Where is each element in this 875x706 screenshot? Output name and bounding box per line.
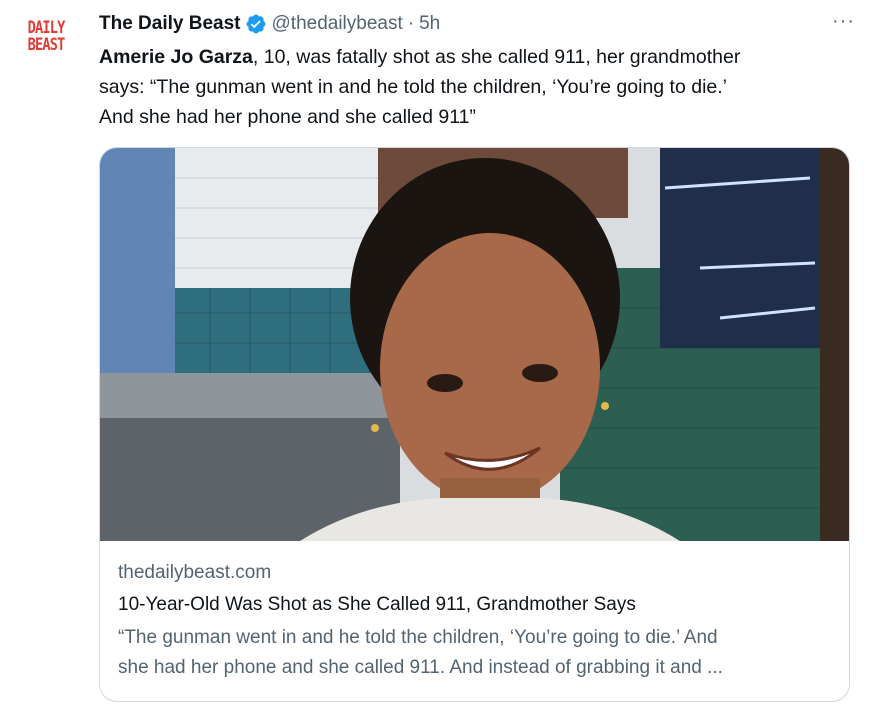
avatar[interactable]: DAILY BEAST bbox=[18, 12, 74, 68]
display-name[interactable]: The Daily Beast bbox=[99, 13, 241, 35]
tweet-bold-name: Amerie Jo Garza bbox=[99, 46, 253, 68]
card-title: 10-Year-Old Was Shot as She Called 911, … bbox=[118, 594, 636, 615]
card-image[interactable] bbox=[100, 148, 849, 541]
separator-dot: · bbox=[407, 13, 415, 34]
card-description-line1: “The gunman went in and he told the chil… bbox=[118, 627, 718, 648]
tweet-text: Amerie Jo Garza, 10, was fatally shot as… bbox=[99, 42, 839, 132]
tweet-text-line2: says: “The gunman went in and he told th… bbox=[99, 76, 728, 98]
card-description: “The gunman went in and he told the chil… bbox=[118, 623, 831, 683]
tweet-text-line3: And she had her phone and she called 911… bbox=[99, 106, 476, 128]
link-card[interactable]: thedailybeast.com 10-Year-Old Was Shot a… bbox=[99, 147, 850, 702]
timestamp[interactable]: 5h bbox=[419, 13, 440, 35]
tweet[interactable]: DAILY BEAST The Daily Beast @thedailybea… bbox=[0, 0, 875, 706]
card-description-line2: she had her phone and she called 911. An… bbox=[118, 657, 723, 678]
card-meta: thedailybeast.com 10-Year-Old Was Shot a… bbox=[118, 559, 831, 683]
tweet-header: The Daily Beast @thedailybeast · 5h ··· bbox=[99, 10, 855, 38]
daily-beast-logo: DAILY BEAST bbox=[27, 20, 66, 55]
tweet-text-line1-rest: , 10, was fatally shot as she called 911… bbox=[252, 46, 741, 68]
handle[interactable]: @thedailybeast bbox=[272, 13, 403, 35]
more-options-icon[interactable]: ··· bbox=[832, 10, 855, 32]
tweet-text-line1: Amerie Jo Garza, 10, was fatally shot as… bbox=[99, 42, 839, 72]
card-photo-illustration bbox=[100, 148, 849, 541]
avatar-logo-line2: BEAST bbox=[27, 35, 66, 55]
card-domain: thedailybeast.com bbox=[118, 562, 272, 583]
verified-badge-icon bbox=[245, 13, 267, 35]
